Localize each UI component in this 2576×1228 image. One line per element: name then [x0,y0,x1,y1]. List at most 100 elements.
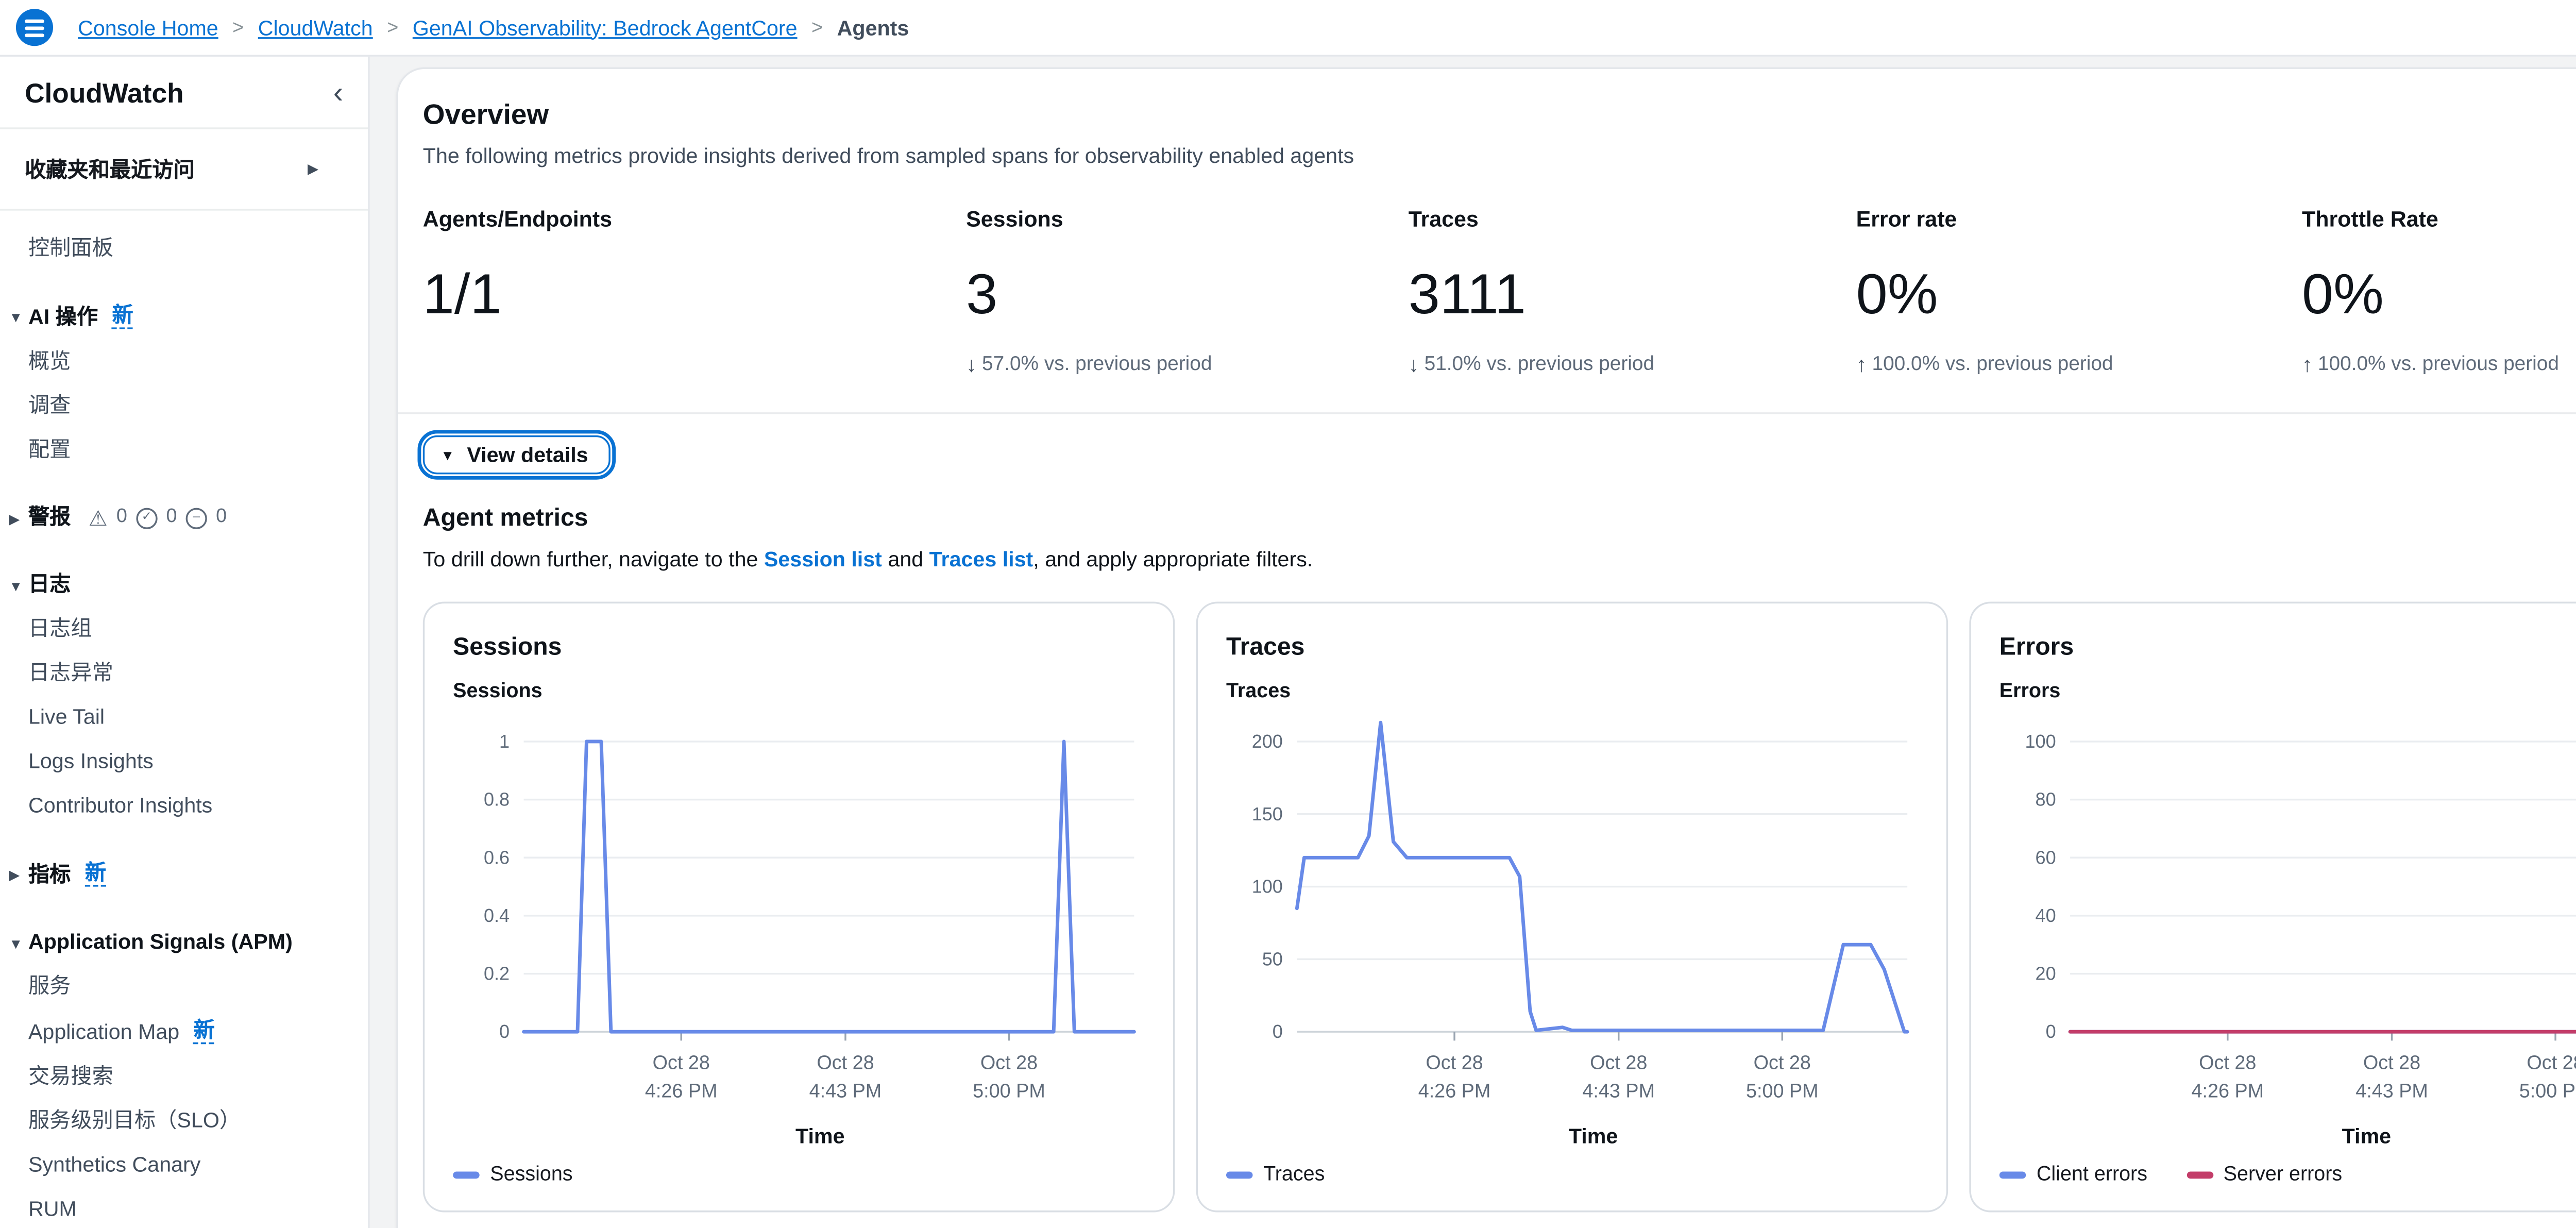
y-tick-label: 60 [2036,847,2056,868]
traces-chart-title: Traces [1226,681,1918,702]
metric-value: 3111 [1409,260,1856,328]
sidebar-item-label: 警报 [28,506,71,529]
check-circle-icon: ✓ [136,507,157,528]
y-tick-label: 150 [1252,803,1283,825]
sidebar-item-synthetics-canary[interactable]: Synthetics Canary [0,1143,368,1188]
legend-item-client-errors[interactable]: Client errors [1999,1165,2147,1186]
breadcrumb-separator: > [232,17,244,38]
y-tick-label: 0 [499,1021,510,1042]
legend-label: Traces [1263,1165,1325,1186]
metric-value: 3 [966,260,1409,328]
view-details-label: View details [467,443,588,467]
y-tick-label: 0.2 [484,963,510,984]
sidebar-item-日志异常[interactable]: 日志异常 [0,651,368,696]
x-tick-label: 4:43 PM [2355,1080,2428,1102]
sidebar-item-服务级别目标-slo-[interactable]: 服务级别目标（SLO） [0,1099,368,1143]
sidebar-item-交易搜索[interactable]: 交易搜索 [0,1055,368,1099]
overview-metrics: Agents/Endpoints1/1Sessions3↓57.0% vs. p… [423,207,2576,377]
sidebar-item-概览[interactable]: 概览 [0,340,368,384]
sidebar-item-label: AI 操作 [28,305,98,328]
caret-down-icon: ▼ [440,447,454,463]
sidebar-item-contributor-insights[interactable]: Contributor Insights [0,784,368,828]
y-tick-label: 40 [2036,905,2056,926]
agent-metrics-intro: To drill down further, navigate to the S… [423,547,2576,571]
topbar: Console Home > CloudWatch > GenAI Observabil… [0,0,2576,57]
legend-item-server-errors[interactable]: Server errors [2187,1165,2343,1186]
legend-item-sessions[interactable]: Sessions [453,1165,572,1186]
x-tick-label: Oct 28 [980,1052,1038,1073]
main-panel: Overview The following metrics provide i… [396,68,2576,1228]
sidebar-item-配置[interactable]: 配置 [0,428,368,473]
x-tick-label: Oct 28 [817,1052,874,1073]
alarm-count: 0 [216,506,227,529]
main-content: Overview The following metrics provide i… [370,57,2576,1228]
x-tick-label: Oct 28 [2363,1052,2420,1073]
sidebar-item-application-signals--apm-[interactable]: ▼Application Signals (APM) [0,920,368,965]
overview-section: Overview The following metrics provide i… [398,69,2576,412]
cloudwatch-console: Console Home > CloudWatch > GenAI Observabil… [0,0,2576,1228]
x-tick-label: 4:43 PM [1582,1080,1655,1102]
legend-label: Server errors [2224,1165,2342,1186]
breadcrumb-separator: > [387,17,398,38]
sidebar-item-指标[interactable]: ▶指标新 [0,851,368,897]
new-badge: 新 [85,862,106,887]
sidebar-item-favorites[interactable]: 收藏夹和最近访问 ▶ [0,129,368,209]
sidebar-item-rum[interactable]: RUM [0,1187,368,1228]
view-details-button[interactable]: ▼ View details [423,435,611,475]
y-tick-label: 50 [1262,948,1283,969]
y-tick-label: 80 [2036,789,2056,810]
legend-color-dash [1999,1172,2026,1179]
breadcrumb-link[interactable]: Console Home [78,15,218,40]
metric-value: 1/1 [423,260,966,328]
collapse-sidebar-icon[interactable]: ‹ [333,83,343,104]
metric-error-rate: Error rate0%↑100.0% vs. previous period [1856,207,2302,377]
sidebar-item-日志组[interactable]: 日志组 [0,607,368,651]
legend-item-traces[interactable]: Traces [1226,1165,1325,1186]
favorites-label: 收藏夹和最近访问 [25,154,195,184]
sidebar-item-label: 调查 [28,395,71,418]
sidebar-item-控制面板[interactable]: 控制面板 [0,227,368,271]
arrow-down-icon: ↓ [1409,352,1419,377]
metric-delta-text: 51.0% vs. previous period [1425,354,1654,375]
triangle-down-icon: ▼ [9,933,23,956]
breadcrumb-current: Agents [837,15,909,40]
sidebar-item-调查[interactable]: 调查 [0,384,368,428]
sidebar-item-服务[interactable]: 服务 [0,965,368,1009]
arrow-up-icon: ↑ [2302,352,2313,377]
traces-list-link[interactable]: Traces list [929,547,1033,571]
metric-label: Throttle Rate [2302,207,2576,232]
sidebar-item-live-tail[interactable]: Live Tail [0,696,368,740]
sidebar-item-application-map[interactable]: Application Map新 [0,1009,368,1055]
breadcrumb-link[interactable]: CloudWatch [258,15,373,40]
sidebar-item-label: 日志异常 [28,662,113,685]
sidebar-item-日志[interactable]: ▼日志 [0,563,368,607]
alarm-count: 0 [116,506,127,529]
sidebar-item-label: 指标 [28,863,71,886]
metric-agents-endpoints: Agents/Endpoints1/1 [423,207,966,377]
hamburger-menu-icon[interactable] [16,9,53,46]
sidebar-item-label: Logs Insights [28,750,154,773]
sidebar-item-logs-insights[interactable]: Logs Insights [0,740,368,784]
metric-delta: ↑100.0% vs. previous period [2302,352,2576,377]
sidebar-item-警报[interactable]: ▶警报⚠0✓0‒0 [0,496,368,540]
metric-sessions: Sessions3↓57.0% vs. previous period [966,207,1409,377]
warning-triangle-icon: ⚠ [89,507,108,528]
chevron-right-icon: ▶ [308,161,318,177]
traces-legend: Traces [1226,1165,1918,1186]
sidebar-item-ai-操作[interactable]: ▼AI 操作新 [0,294,368,340]
errors-legend: Client errors Server errors [1999,1165,2576,1186]
x-tick-label: 4:43 PM [809,1080,882,1102]
legend-label: Sessions [490,1165,572,1186]
sidebar-item-label: 日志 [28,574,71,597]
sidebar-item-label: Contributor Insights [28,795,212,818]
x-tick-label: 4:26 PM [645,1080,718,1102]
overview-description: The following metrics provide insights d… [423,143,2576,168]
sidebar-item-label: Application Signals (APM) [28,931,293,954]
sidebar-item-label: 服务级别目标（SLO） [28,1109,241,1133]
x-tick-label: Oct 28 [1754,1052,1811,1073]
x-tick-label: Oct 28 [1590,1052,1647,1073]
x-tick-label: 5:00 PM [2519,1080,2576,1102]
breadcrumb-link[interactable]: GenAI Observability: Bedrock AgentCore [413,15,798,40]
traces-chart-card: TracesTraces200150100500Oct 284:26 PMOct… [1196,602,1948,1213]
session-list-link[interactable]: Session list [764,547,882,571]
